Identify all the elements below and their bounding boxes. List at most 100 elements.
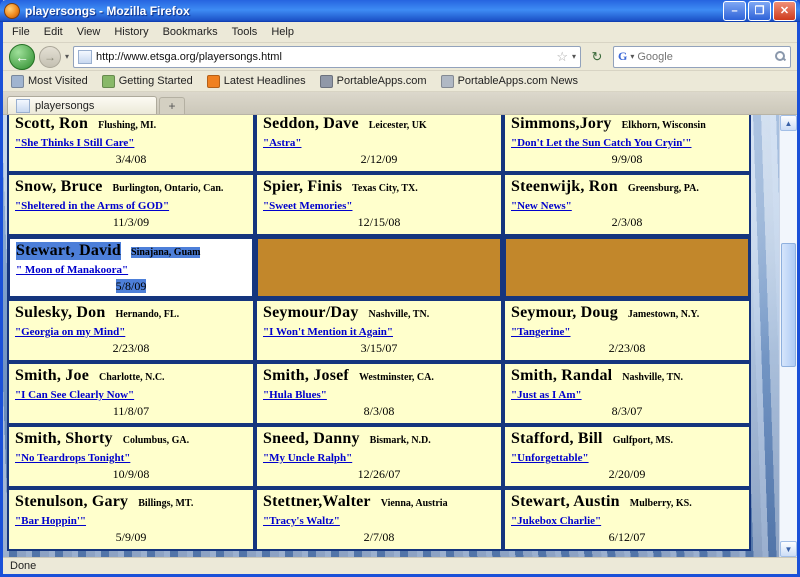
player-location: Flushing, MI. — [98, 120, 157, 131]
player-name: Smith, Josef — [263, 367, 349, 384]
song-link[interactable]: "Just as I Am" — [511, 389, 582, 401]
player-name: Scott, Ron — [15, 115, 89, 132]
search-engine-dropdown-icon[interactable]: ▾ — [630, 52, 634, 61]
bookmark-most-visited[interactable]: Most Visited — [11, 74, 88, 88]
location-bar[interactable]: ☆ ▾ — [73, 45, 581, 68]
bookmark-label: PortableApps.com News — [457, 75, 579, 87]
song-link[interactable]: "No Teardrops Tonight" — [15, 452, 130, 464]
player-cell: Stenulson, Gary Billings, MT. "Bar Hoppin'… — [7, 488, 255, 551]
player-cell: Sulesky, Don Hernando, FL. "Georgia on my … — [7, 299, 255, 362]
song-link[interactable]: "Jukebox Charlie" — [511, 515, 601, 527]
song-link[interactable]: "I Can See Clearly Now" — [15, 389, 134, 401]
player-name: Stewart, David — [16, 242, 122, 260]
entry-date: 2/23/08 — [608, 341, 646, 355]
entry-date: 2/3/08 — [611, 215, 643, 229]
vertical-scrollbar[interactable]: ▲ ▼ — [779, 115, 797, 557]
entry-date: 6/12/07 — [608, 530, 646, 544]
menu-history[interactable]: History — [107, 23, 155, 41]
entry-date: 3/4/08 — [115, 152, 147, 166]
song-link[interactable]: "Georgia on my Mind" — [15, 326, 125, 338]
song-link[interactable]: "Sheltered in the Arms of GOD" — [15, 200, 169, 212]
bookmark-portableapps-news[interactable]: PortableApps.com News — [440, 74, 579, 88]
url-input[interactable] — [96, 50, 553, 63]
song-link[interactable]: "Don't Let the Sun Catch You Cryin'" — [511, 137, 692, 149]
scroll-up-icon[interactable]: ▲ — [780, 115, 797, 131]
page-favicon — [78, 49, 93, 64]
title-bar: playersongs - Mozilla Firefox – ❐ ✕ — [0, 0, 800, 22]
player-location: Burlington, Ontario, Can. — [112, 183, 224, 194]
status-text: Done — [10, 560, 37, 572]
bookmark-label: PortableApps.com — [336, 75, 427, 87]
song-link[interactable]: "Sweet Memories" — [263, 200, 352, 212]
entry-date: 11/8/07 — [112, 404, 150, 418]
tab-bar: playersongs + — [3, 92, 797, 115]
entry-date: 8/3/07 — [611, 404, 643, 418]
player-location: Nashville, TN. — [622, 372, 683, 383]
player-name: Seymour, Doug — [511, 304, 618, 321]
back-button[interactable]: ← — [9, 43, 35, 70]
song-link[interactable]: "Unforgettable" — [511, 452, 589, 464]
entry-date: 12/26/07 — [357, 467, 401, 481]
history-dropdown-icon[interactable]: ▾ — [65, 52, 69, 61]
song-link[interactable]: "I Won't Mention it Again" — [263, 326, 393, 338]
menu-bar: File Edit View History Bookmarks Tools Help — [3, 22, 797, 43]
entry-date: 10/9/08 — [112, 467, 150, 481]
song-link[interactable]: "Tangerine" — [511, 326, 570, 338]
song-link[interactable]: "Hula Blues" — [263, 389, 327, 401]
song-link[interactable]: "She Thinks I Still Care" — [15, 137, 134, 149]
new-tab-button[interactable]: + — [159, 97, 185, 114]
menu-file[interactable]: File — [5, 23, 37, 41]
player-cell: Stafford, Bill Gulfport, MS. "Unforgettabl… — [503, 425, 751, 488]
bookmark-star-icon[interactable]: ☆ — [556, 50, 568, 63]
empty-cell — [255, 236, 503, 299]
entry-date: 3/15/07 — [360, 341, 398, 355]
song-link[interactable]: "My Uncle Ralph" — [263, 452, 352, 464]
scroll-down-icon[interactable]: ▼ — [780, 541, 797, 557]
bookmark-getting-started[interactable]: Getting Started — [101, 74, 193, 88]
player-location: Greensburg, PA. — [627, 183, 699, 194]
search-input[interactable] — [637, 50, 772, 63]
scrollbar-thumb[interactable] — [781, 243, 796, 367]
player-name: Stettner,Walter — [263, 493, 371, 510]
forward-button[interactable]: → — [39, 45, 61, 68]
reload-button[interactable]: ↻ — [585, 46, 609, 68]
song-link[interactable]: " Moon of Manakoora" — [16, 264, 128, 276]
player-location: Westminster, CA. — [358, 372, 434, 383]
bookmark-portableapps[interactable]: PortableApps.com — [319, 74, 427, 88]
window-title: playersongs - Mozilla Firefox — [25, 4, 190, 18]
minimize-button[interactable]: – — [723, 1, 746, 21]
bookmark-label: Getting Started — [118, 75, 193, 87]
maximize-button[interactable]: ❐ — [748, 1, 771, 21]
menu-edit[interactable]: Edit — [37, 23, 70, 41]
song-link[interactable]: "Tracy's Waltz" — [263, 515, 340, 527]
menu-tools[interactable]: Tools — [225, 23, 265, 41]
tab-playersongs[interactable]: playersongs — [7, 96, 157, 114]
close-button[interactable]: ✕ — [773, 1, 796, 21]
song-link[interactable]: "Astra" — [263, 137, 301, 149]
menu-view[interactable]: View — [70, 23, 108, 41]
player-cell: Sneed, Danny Bismark, N.D. "My Uncle Ralph… — [255, 425, 503, 488]
song-link[interactable]: "Bar Hoppin'" — [15, 515, 86, 527]
player-location: Nashville, TN. — [368, 309, 430, 320]
player-location: Hernando, FL. — [115, 309, 180, 320]
player-name: Spier, Finis — [263, 178, 343, 195]
player-name: Stenulson, Gary — [15, 493, 129, 510]
player-cell: Smith, Joe Charlotte, N.C. "I Can See Clea… — [7, 362, 255, 425]
song-link[interactable]: "New News" — [511, 200, 572, 212]
page-viewport: Scott, Ron Flushing, MI. "She Thinks I Sti… — [3, 115, 779, 557]
player-name: Stewart, Austin — [511, 493, 620, 510]
player-cell: Snow, Bruce Burlington, Ontario, Can. "She… — [7, 173, 255, 236]
menu-bookmarks[interactable]: Bookmarks — [156, 23, 225, 41]
search-bar[interactable]: G ▾ — [613, 45, 791, 68]
player-location: Leicester, UK — [368, 120, 427, 131]
entry-date: 2/7/08 — [363, 530, 395, 544]
status-bar: Done — [3, 557, 797, 574]
player-cell: Seddon, Dave Leicester, UK "Astra" 2/12/09 — [255, 115, 503, 173]
menu-help[interactable]: Help — [264, 23, 301, 41]
player-cell: Stewart, David Sinajana, Guam " Moon of Ma… — [7, 236, 255, 299]
entry-date: 2/12/09 — [360, 152, 398, 166]
search-magnifier-icon[interactable] — [775, 51, 786, 62]
bookmark-latest-headlines[interactable]: Latest Headlines — [206, 74, 306, 88]
location-dropdown-icon[interactable]: ▾ — [572, 52, 576, 61]
entry-date: 8/3/08 — [363, 404, 395, 418]
